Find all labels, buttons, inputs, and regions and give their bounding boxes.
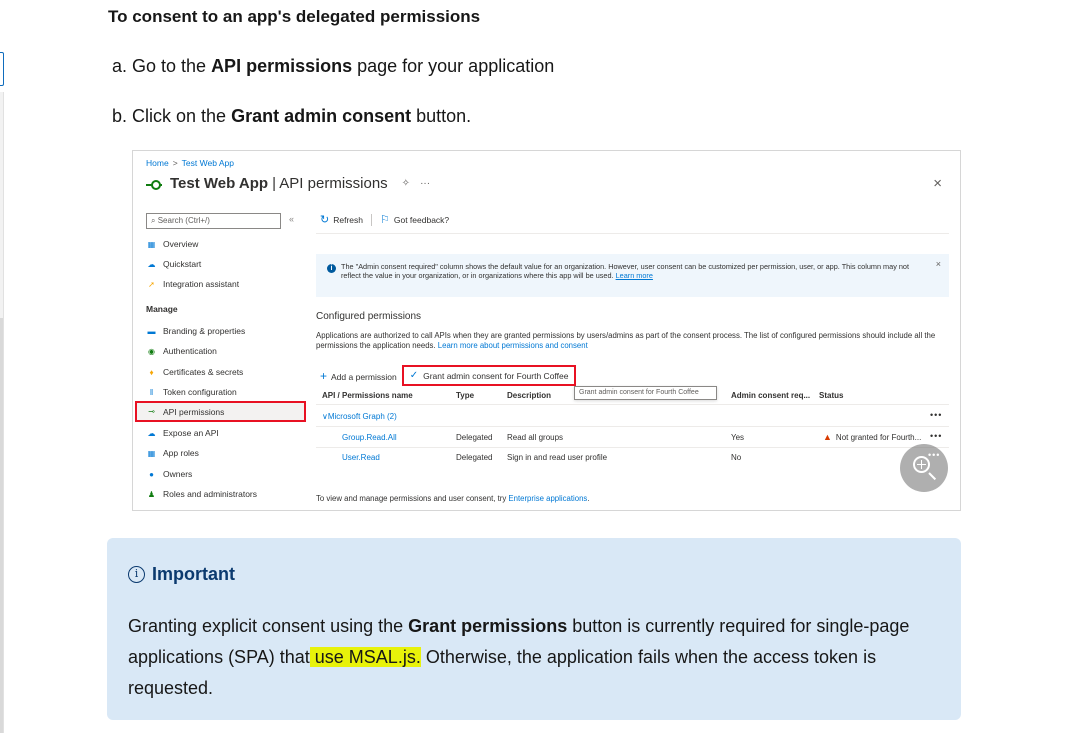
row-more-icon[interactable]: ••• [930,431,942,441]
api-permissions-screenshot: Home > Test Web App Test Web App | API per… [132,150,961,511]
zoom-image-button[interactable]: ••• [900,444,948,492]
column-header-description[interactable]: Description [507,391,551,400]
left-frame-fragment [0,52,4,86]
grant-tooltip: Grant admin consent for Fourth Coffee [574,386,717,400]
search-icon: ⌕ [151,216,158,225]
sidebar-item-quickstart[interactable]: ☁ Quickstart [146,255,306,273]
toolbar-divider [370,213,372,226]
info-banner: i The "Admin consent required" column sh… [316,254,949,297]
sidebar-item-authentication[interactable]: ◉ Authentication [146,342,306,360]
permission-status: ▲ Not granted for Fourth... [823,432,922,442]
sidebar-item-expose-api[interactable]: ☁ Expose an API [146,424,306,442]
checkmark-icon: ✓ [409,370,419,381]
permission-name-link[interactable]: User.Read [342,453,380,462]
cloud-icon: ☁ [147,428,156,438]
more-icon[interactable]: ··· [420,178,430,189]
refresh-button[interactable]: ↻ Refresh [320,213,363,226]
blade-title-app: Test Web App [170,175,269,192]
overview-icon: ▦ [147,239,156,249]
left-scrollbar[interactable] [0,318,3,733]
permission-type: Delegated [456,433,493,442]
sidebar-item-app-roles[interactable]: ▦ App roles [146,444,306,462]
group-more-icon[interactable]: ••• [930,410,942,420]
pin-icon[interactable]: ✧ [402,178,410,189]
sidebar-item-roles-administrators[interactable]: ♟ Roles and administrators [146,485,306,503]
search-placeholder: Search (Ctrl+/) [157,216,210,225]
zoom-handle [928,472,937,481]
configured-permissions-desc: Applications are authorized to call APIs… [316,331,936,350]
rocket-icon: ➚ [148,279,155,289]
app-registration-icon [146,176,162,192]
permission-admin-consent: No [731,453,742,462]
dismiss-icon[interactable]: × [936,260,941,269]
zoom-more-icon: ••• [928,450,941,460]
sidebar-item-owners[interactable]: ● Owners [146,465,306,483]
collapse-icon[interactable]: « [289,214,294,224]
sidebar-item-branding[interactable]: ▬ Branding & properties [146,322,306,340]
permissions-learn-more-link[interactable]: Learn more about permissions and consent [438,341,588,350]
row-line [316,447,949,448]
refresh-icon: ↻ [320,214,330,226]
column-header-status[interactable]: Status [819,391,843,400]
command-bar: ↻ Refresh ⚐ Got feedback? [320,213,449,226]
plus-icon: + [320,368,328,383]
permission-name-link[interactable]: Group.Read.All [342,433,397,442]
row-line [316,426,949,427]
feedback-button[interactable]: ⚐ Got feedback? [380,213,449,226]
section-heading: To consent to an app's delegated permiss… [108,7,481,26]
sidebar-section-manage: Manage [146,304,178,314]
step-b: b. Click on the Grant admin consent butt… [112,106,472,126]
breadcrumb: Home > Test Web App [146,158,234,168]
add-permission-button[interactable]: + Add a permission [320,369,397,383]
toolbar-divider-line [316,233,949,234]
info-icon: i [327,264,336,273]
branding-icon: ▬ [147,326,156,336]
enterprise-applications-link[interactable]: Enterprise applications [508,494,587,503]
sidebar-item-api-permissions[interactable]: ⊸ API permissions [135,401,306,422]
callout-body: Granting explicit consent using the Gran… [128,616,910,698]
blade-title: Test Web App | API permissions ✧ ··· [146,175,430,192]
highlighted-text: use MSAL.js. [309,647,421,667]
search-input[interactable]: ⌕ Search (Ctrl+/) [146,213,281,229]
group-microsoft-graph[interactable]: ∨Microsoft Graph (2) [322,412,397,421]
permission-admin-consent: Yes [731,433,745,442]
grant-admin-consent-button[interactable]: ✓ Grant admin consent for Fourth Coffee [401,365,577,386]
important-callout: i Important Granting explicit consent usi… [107,538,961,720]
breadcrumb-separator: > [172,158,178,168]
roles-icon: ♟ [147,489,156,499]
authentication-icon: ◉ [148,346,155,356]
column-header-name[interactable]: API / Permissions name [322,391,413,400]
quickstart-icon: ☁ [147,259,156,269]
step-a: a. Go to the API permissions page for yo… [112,56,555,76]
app-roles-icon: ▦ [147,448,156,458]
permission-type: Delegated [456,453,493,462]
breadcrumb-home[interactable]: Home [146,158,169,168]
close-icon[interactable]: × [933,175,942,192]
owners-icon: ● [149,469,154,479]
token-icon: ‖ [149,387,154,397]
sidebar-item-token-configuration[interactable]: ‖ Token configuration [146,383,306,401]
callout-title: i Important [128,564,235,585]
sidebar-item-integration-assistant[interactable]: ➚ Integration assistant [146,275,306,293]
info-learn-more-link[interactable]: Learn more [616,271,653,280]
breadcrumb-current[interactable]: Test Web App [182,158,234,168]
permission-description: Sign in and read user profile [507,453,608,462]
column-header-type[interactable]: Type [456,391,474,400]
table-header-line [316,404,949,405]
sidebar-item-overview[interactable]: ▦ Overview [146,235,306,253]
api-permissions-icon: ⊸ [148,407,155,416]
sidebar-item-certificates[interactable]: ♦ Certificates & secrets [146,363,306,381]
warning-icon: ▲ [823,432,832,442]
permission-description: Read all groups [507,433,564,442]
info-circle-icon: i [128,566,145,583]
blade-title-page: | API permissions [272,175,388,192]
configured-permissions-title: Configured permissions [316,311,422,322]
footer-text: To view and manage permissions and user … [316,494,590,503]
column-header-admin-consent[interactable]: Admin consent req... [731,391,810,400]
feedback-icon: ⚐ [379,214,390,226]
key-icon: ♦ [149,367,154,377]
permission-actions: + Add a permission ✓ Grant admin consent f… [320,365,577,386]
